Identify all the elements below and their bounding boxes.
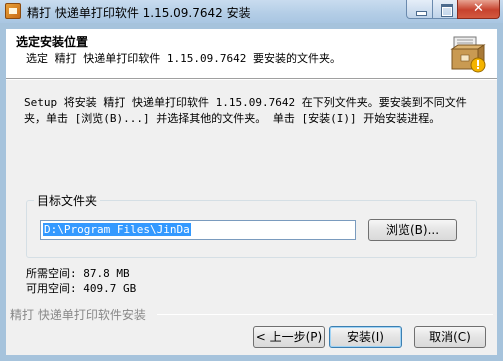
page-title: 选定安装位置 (16, 35, 89, 49)
installer-box-icon (450, 36, 486, 73)
app-icon (5, 3, 21, 19)
title-bar[interactable]: 精打 快递单打印软件 1.15.09.7642 安装 ✕ (0, 0, 503, 23)
close-button[interactable]: ✕ (457, 0, 500, 19)
minimize-button[interactable] (406, 0, 433, 19)
window-title: 精打 快递单打印软件 1.15.09.7642 安装 (27, 6, 251, 20)
back-button[interactable]: < 上一步(P) (253, 326, 325, 348)
browse-button[interactable]: 浏览(B)... (368, 219, 457, 241)
close-icon: ✕ (473, 1, 484, 16)
install-button[interactable]: 安装(I) (329, 326, 402, 348)
cancel-button[interactable]: 取消(C) (414, 326, 486, 348)
install-path-input[interactable]: D:\Program Files\JinDa (40, 220, 356, 240)
dialog-client-area: 选定安装位置 选定 精打 快递单打印软件 1.15.09.7642 要安装的文件… (6, 29, 497, 355)
install-path-value: D:\Program Files\JinDa (43, 223, 191, 236)
maximize-button[interactable] (432, 0, 458, 19)
page-subtitle: 选定 精打 快递单打印软件 1.15.09.7642 要安装的文件夹。 (26, 52, 341, 65)
page-header: 选定安装位置 选定 精打 快递单打印软件 1.15.09.7642 要安装的文件… (6, 29, 497, 80)
installer-brand: 精打 快递单打印软件安装 (10, 308, 146, 322)
footer-divider (157, 314, 493, 315)
space-required: 所需空间: 87.8 MB (26, 267, 130, 280)
destination-folder-label: 目标文件夹 (34, 192, 101, 209)
space-available: 可用空间: 409.7 GB (26, 282, 137, 295)
install-description: Setup 将安装 精打 快递单打印软件 1.15.09.7642 在下列文件夹… (24, 96, 467, 125)
